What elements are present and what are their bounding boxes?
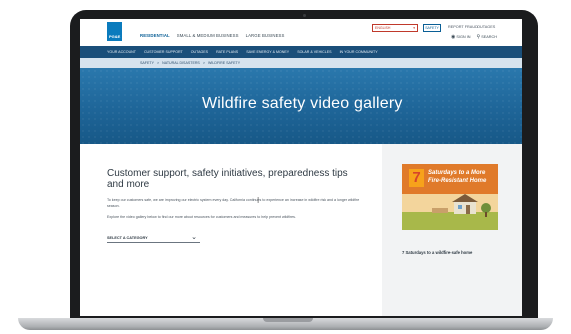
browser-screen: PG&E RESIDENTIAL SMALL & MEDIUM BUSINESS… — [80, 19, 522, 316]
breadcrumb-separator: > — [202, 61, 205, 65]
nav-residential[interactable]: RESIDENTIAL — [140, 33, 170, 38]
thumbnail-number: 7 — [409, 169, 424, 187]
user-icon: ◉ — [451, 34, 456, 40]
category-dropdown-label: SELECT A CATEGORY — [107, 236, 148, 240]
pge-logo[interactable]: PG&E — [107, 22, 122, 41]
safety-button[interactable]: SAFETY — [423, 24, 441, 32]
subnav-solar-vehicles[interactable]: SOLAR & VEHICLES — [297, 50, 331, 54]
subnav-rate-plans[interactable]: RATE PLANS — [216, 50, 238, 54]
text-cursor-icon: I — [257, 196, 260, 205]
logo-text: PG&E — [109, 34, 121, 39]
explore-paragraph: Explore the video gallery below to find … — [107, 215, 296, 219]
outages-link[interactable]: OUTAGES — [477, 25, 495, 29]
primary-nav: RESIDENTIAL SMALL & MEDIUM BUSINESS LARG… — [140, 33, 284, 38]
category-dropdown[interactable]: SELECT A CATEGORY ⌄ — [107, 233, 200, 243]
user-tools: ◉SIGN IN ⚲SEARCH — [451, 34, 497, 40]
page-title: Wildfire safety video gallery — [202, 95, 403, 112]
search-link[interactable]: ⚲SEARCH — [477, 34, 498, 40]
breadcrumb-natural-disasters[interactable]: NATURAL DISASTERS — [162, 61, 200, 65]
subnav-outages[interactable]: OUTAGES — [191, 50, 208, 54]
site-header: PG&E RESIDENTIAL SMALL & MEDIUM BUSINESS… — [80, 19, 522, 46]
subnav-customer-support[interactable]: CUSTOMER SUPPORT — [144, 50, 183, 54]
chevron-down-icon: ⌄ — [191, 234, 197, 241]
thumbnail-title-line-2: Fire-Resistant Home — [428, 178, 487, 184]
breadcrumb-safety[interactable]: SAFETY — [140, 61, 154, 65]
video-sidebar: 7 Saturdays to a More Fire-Resistant Hom… — [382, 144, 522, 316]
nav-small-medium-business[interactable]: SMALL & MEDIUM BUSINESS — [177, 33, 239, 38]
nav-large-business[interactable]: LARGE BUSINESS — [246, 33, 285, 38]
report-fraud-link[interactable]: REPORT FRAUD — [448, 25, 478, 29]
language-value: ENGLISH — [375, 26, 391, 30]
subnav-save-energy[interactable]: SAVE ENERGY & MONEY — [246, 50, 289, 54]
subnav-your-account[interactable]: YOUR ACCOUNT — [107, 50, 136, 54]
laptop-notch — [263, 318, 313, 322]
language-select[interactable]: ENGLISH ▾ — [372, 24, 418, 32]
intro-paragraph: To keep our customers safe, we are impro… — [107, 198, 360, 208]
camera-dot — [303, 14, 306, 17]
secondary-nav: YOUR ACCOUNT CUSTOMER SUPPORT OUTAGES RA… — [80, 46, 522, 58]
video-caption-link[interactable]: 7 Saturdays to a wildfire-safe home — [402, 250, 472, 255]
search-icon: ⚲ — [476, 34, 481, 40]
sign-in-link[interactable]: ◉SIGN IN — [451, 34, 471, 40]
search-label: SEARCH — [481, 35, 498, 39]
sign-in-label: SIGN IN — [456, 35, 471, 39]
breadcrumb-wildfire-safety: WILDFIRE SAFETY — [207, 61, 241, 65]
breadcrumb: SAFETY > NATURAL DISASTERS > WILDFIRE SA… — [80, 58, 522, 68]
subnav-community[interactable]: IN YOUR COMMUNITY — [340, 50, 378, 54]
chevron-down-icon: ▾ — [413, 26, 415, 30]
thumbnail-title-line-1: Saturdays to a More — [428, 170, 486, 176]
breadcrumb-separator: > — [156, 61, 160, 65]
section-heading: Customer support, safety initiatives, pr… — [107, 168, 348, 190]
video-thumbnail[interactable]: 7 Saturdays to a More Fire-Resistant Hom… — [402, 164, 498, 230]
main-content: Customer support, safety initiatives, pr… — [80, 144, 522, 316]
hero-banner: Wildfire safety video gallery — [80, 68, 522, 144]
